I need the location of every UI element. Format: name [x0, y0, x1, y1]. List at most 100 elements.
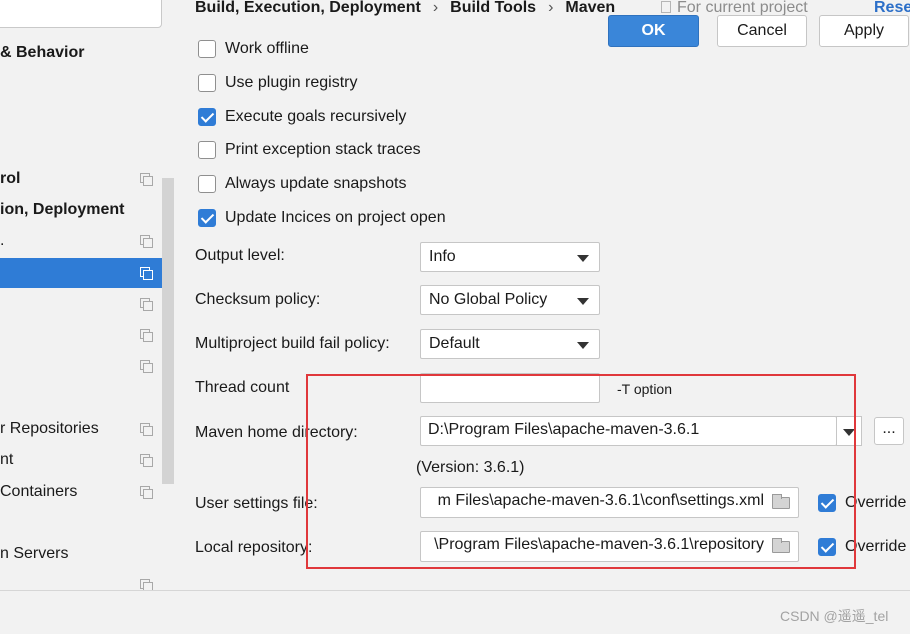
project-scope-icon — [140, 298, 153, 311]
print-exception-label: Print exception stack traces — [225, 141, 421, 158]
project-scope-icon — [140, 173, 153, 186]
sidebar-item-compiler[interactable] — [0, 351, 165, 381]
output-level-select[interactable]: Info — [420, 242, 600, 272]
sidebar-item-build-execution-deployment[interactable]: ion, Deployment — [0, 195, 165, 225]
output-level-value: Info — [429, 248, 456, 265]
chevron-down-icon — [577, 342, 589, 349]
watermark: CSDN @遥遥_tel — [780, 608, 889, 624]
use-plugin-registry-checkbox[interactable] — [198, 74, 216, 92]
maven-home-input[interactable]: D:\Program Files\apache-maven-3.6.1 — [420, 416, 837, 446]
chevron-down-icon — [577, 255, 589, 262]
sidebar-item-label: Containers — [0, 483, 78, 500]
thread-count-input[interactable] — [420, 373, 600, 403]
breadcrumb-item: Build Tools — [450, 0, 537, 16]
chevron-down-icon — [577, 298, 589, 305]
breadcrumb: Build, Execution, Deployment › Build Tools… — [195, 0, 615, 18]
execute-goals-recursively-checkbox[interactable] — [198, 108, 216, 126]
ok-button[interactable]: OK — [608, 15, 699, 47]
maven-settings-panel: Build, Execution, Deployment › Build Tools… — [174, 0, 910, 590]
breadcrumb-item: Build, Execution, Deployment — [195, 0, 421, 16]
sidebar-item-docker-containers[interactable]: Containers — [0, 477, 165, 507]
reset-link[interactable]: Reset — [874, 0, 910, 16]
always-update-snapshots-option[interactable]: Always update snapshots — [198, 173, 406, 195]
local-repository-value: \Program Files\apache-maven-3.6.1\reposi… — [434, 536, 764, 553]
print-exception-checkbox[interactable] — [198, 141, 216, 159]
sidebar-item-build-tools[interactable]: . — [0, 226, 165, 256]
user-settings-input[interactable]: m Files\apache-maven-3.6.1\conf\settings… — [420, 487, 799, 518]
user-settings-override-label: Override — [845, 494, 907, 511]
checksum-policy-label: Checksum policy: — [195, 291, 321, 308]
sidebar-item-remote-jar-repositories[interactable]: r Repositories — [0, 414, 165, 444]
project-scope-icon — [140, 454, 153, 467]
project-scope-icon — [140, 360, 153, 373]
sidebar-item-label: nt — [0, 451, 14, 468]
work-offline-label: Work offline — [225, 40, 309, 57]
sidebar-item-label: r Repositories — [0, 420, 99, 437]
apply-button[interactable]: Apply — [819, 15, 909, 47]
execute-goals-recursively-option[interactable]: Execute goals recursively — [198, 106, 406, 128]
checksum-policy-select[interactable]: No Global Policy — [420, 285, 600, 315]
user-settings-override-checkbox[interactable] — [818, 494, 836, 512]
local-repository-override-option[interactable]: Override — [818, 536, 906, 558]
multiproject-fail-policy-select[interactable]: Default — [420, 329, 600, 359]
work-offline-option[interactable]: Work offline — [198, 38, 309, 60]
breadcrumb-item: Maven — [565, 0, 616, 16]
local-repository-override-checkbox[interactable] — [818, 538, 836, 556]
user-settings-override-option[interactable]: Override — [818, 492, 906, 514]
sidebar-scrollbar[interactable] — [162, 178, 174, 484]
multiproject-fail-policy-label: Multiproject build fail policy: — [195, 335, 390, 352]
settings-sidebar: & Behavior rol ion, Deployment . r Repos… — [0, 0, 174, 590]
sidebar-item-appearance-behavior[interactable]: & Behavior — [0, 38, 165, 68]
folder-icon[interactable] — [772, 494, 790, 509]
execute-goals-recursively-label: Execute goals recursively — [225, 108, 407, 125]
project-scope-icon — [140, 329, 153, 342]
update-indices-label: Update Incices on project open — [225, 209, 446, 226]
sidebar-item-label: & Behavior — [0, 44, 85, 61]
thread-count-hint: -T option — [617, 381, 672, 397]
always-update-snapshots-checkbox[interactable] — [198, 175, 216, 193]
cancel-button[interactable]: Cancel — [717, 15, 807, 47]
always-update-snapshots-label: Always update snapshots — [225, 175, 407, 192]
checksum-policy-value: No Global Policy — [429, 291, 548, 308]
local-repository-input[interactable]: \Program Files\apache-maven-3.6.1\reposi… — [420, 531, 799, 562]
settings-search-input[interactable] — [0, 0, 162, 28]
sidebar-item-maven[interactable] — [0, 258, 165, 288]
sidebar-item-partial[interactable] — [0, 570, 165, 590]
update-indices-checkbox[interactable] — [198, 209, 216, 227]
update-indices-option[interactable]: Update Incices on project open — [198, 207, 446, 229]
output-level-label: Output level: — [195, 247, 285, 264]
project-scope-icon — [140, 235, 153, 248]
thread-count-label: Thread count — [195, 379, 290, 396]
folder-icon[interactable] — [772, 538, 790, 553]
work-offline-checkbox[interactable] — [198, 40, 216, 58]
maven-home-dropdown-button[interactable] — [836, 416, 862, 446]
sidebar-item-gradle[interactable] — [0, 289, 165, 319]
sidebar-item-label: . — [0, 232, 5, 249]
maven-version-text: (Version: 3.6.1) — [416, 459, 525, 476]
sidebar-item-application-servers[interactable]: n Servers — [0, 539, 165, 569]
local-repository-label: Local repository: — [195, 539, 313, 556]
scope-indicator: For current project — [661, 0, 808, 16]
maven-home-value: D:\Program Files\apache-maven-3.6.1 — [428, 421, 700, 438]
sidebar-item-ant[interactable] — [0, 320, 165, 350]
use-plugin-registry-label: Use plugin registry — [225, 74, 358, 91]
maven-home-browse-button[interactable]: ... — [874, 417, 904, 445]
sidebar-item-label: ion, Deployment — [0, 201, 125, 218]
sidebar-item-label: rol — [0, 170, 21, 187]
project-scope-icon — [140, 423, 153, 436]
sidebar-item-deployment[interactable]: nt — [0, 445, 165, 475]
project-scope-icon — [140, 486, 153, 499]
multiproject-fail-policy-value: Default — [429, 335, 480, 352]
project-scope-icon — [140, 267, 153, 280]
project-scope-icon — [661, 1, 671, 13]
sidebar-item-version-control[interactable]: rol — [0, 164, 165, 194]
dialog-button-bar — [0, 590, 910, 634]
local-repository-override-label: Override — [845, 538, 907, 555]
print-exception-option[interactable]: Print exception stack traces — [198, 139, 421, 161]
user-settings-label: User settings file: — [195, 495, 318, 512]
scope-label: For current project — [677, 0, 808, 16]
use-plugin-registry-option[interactable]: Use plugin registry — [198, 72, 358, 94]
sidebar-item-label: n Servers — [0, 545, 69, 562]
project-scope-icon — [140, 579, 153, 590]
user-settings-value: m Files\apache-maven-3.6.1\conf\settings… — [437, 492, 764, 509]
